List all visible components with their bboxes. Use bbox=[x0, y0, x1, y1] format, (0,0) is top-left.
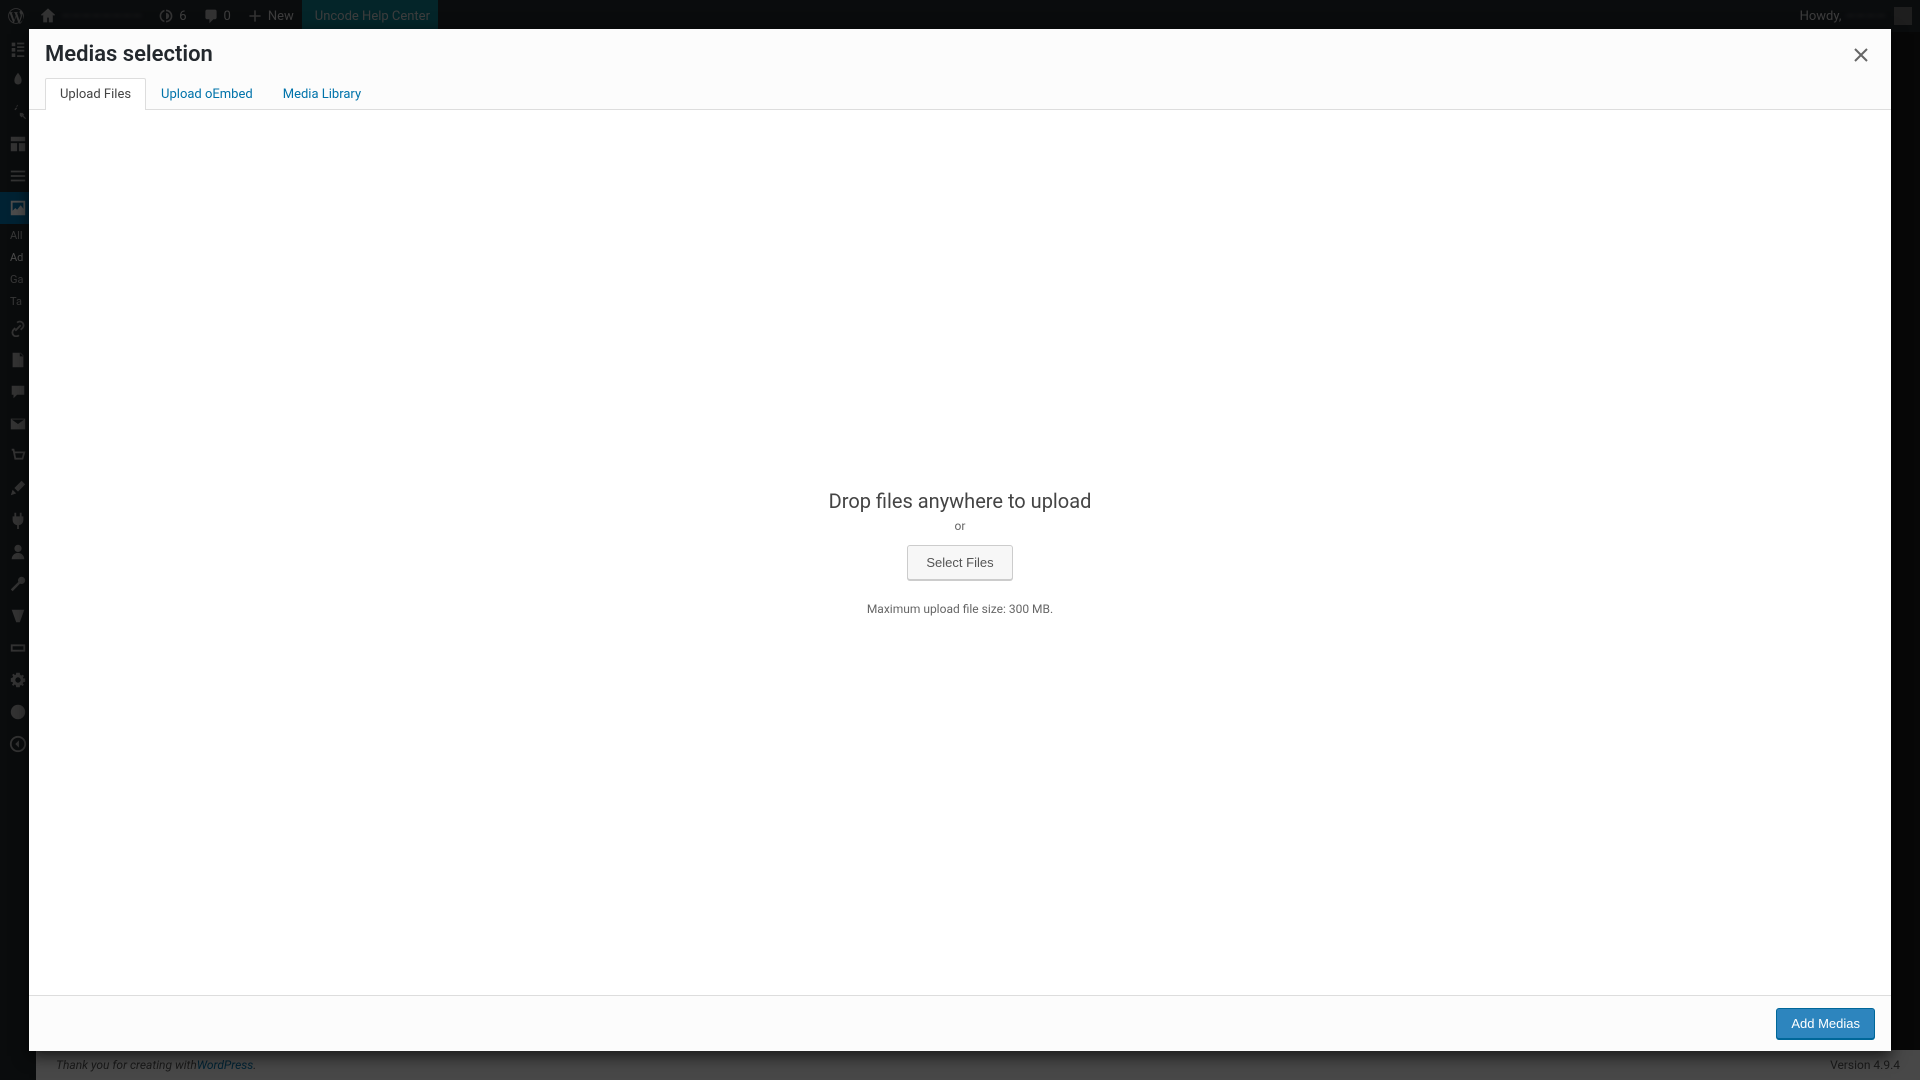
modal-tabs: Upload Files Upload oEmbed Media Library bbox=[29, 70, 1891, 110]
modal-header: Medias selection bbox=[29, 29, 1891, 70]
close-button[interactable] bbox=[1843, 37, 1879, 73]
select-files-button[interactable]: Select Files bbox=[907, 545, 1012, 580]
uploader-hint: Maximum upload file size: 300 MB. bbox=[829, 602, 1092, 616]
modal-body: Drop files anywhere to upload or Select … bbox=[29, 110, 1891, 995]
media-modal: Medias selection Upload Files Upload oEm… bbox=[29, 29, 1891, 1051]
add-medias-button[interactable]: Add Medias bbox=[1776, 1008, 1875, 1039]
uploader-title: Drop files anywhere to upload bbox=[829, 489, 1092, 513]
modal-title: Medias selection bbox=[45, 41, 1875, 70]
modal-footer: Add Medias bbox=[29, 995, 1891, 1051]
tab-media-library[interactable]: Media Library bbox=[268, 78, 376, 110]
tab-upload-files[interactable]: Upload Files bbox=[45, 78, 146, 110]
close-icon bbox=[1854, 48, 1868, 62]
uploader-or: or bbox=[829, 519, 1092, 533]
uploader-dropzone[interactable]: Drop files anywhere to upload or Select … bbox=[829, 489, 1092, 616]
tab-upload-oembed[interactable]: Upload oEmbed bbox=[146, 78, 268, 110]
